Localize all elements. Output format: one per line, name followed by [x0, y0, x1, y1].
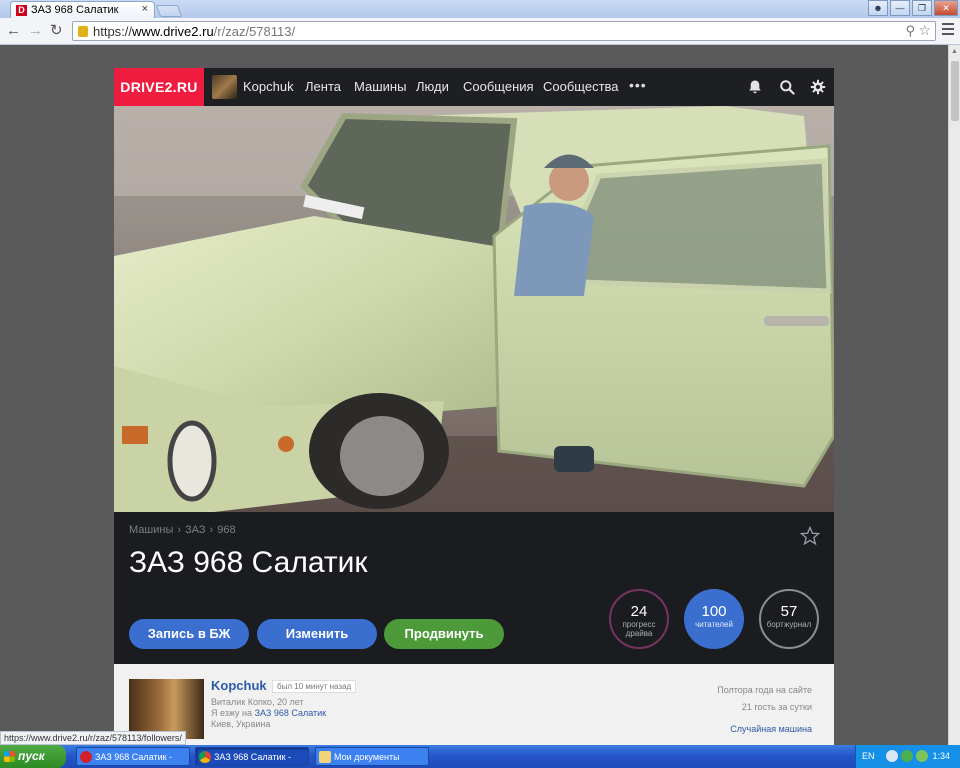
drive2-favicon-icon: D: [16, 5, 27, 16]
vertical-scrollbar[interactable]: ▲: [948, 45, 960, 745]
back-arrow-icon[interactable]: ←: [6, 22, 21, 40]
address-bar[interactable]: https://www.drive2.ru/r/zaz/578113/ ⚲ ☆: [72, 21, 936, 41]
favorite-star-icon[interactable]: [800, 526, 820, 546]
network-icon[interactable]: [916, 750, 928, 762]
breadcrumb-model[interactable]: 968: [217, 524, 235, 536]
logbook-value: 57: [780, 603, 798, 620]
readers-label: читателей: [695, 620, 733, 629]
logbook-stat[interactable]: 57 бортжурнал: [759, 589, 819, 649]
car-photo-illustration: [114, 106, 834, 512]
task3-label: Мои документы: [334, 752, 400, 762]
owner-city: Киев, Украина: [211, 719, 271, 729]
readers-stat[interactable]: 100 читателей: [684, 589, 744, 649]
key-icon[interactable]: ⚲: [905, 23, 915, 39]
tab-title: ЗАЗ 968 Салатик: [31, 4, 119, 16]
edit-button[interactable]: Изменить: [257, 619, 377, 649]
owner-avatar[interactable]: [129, 679, 204, 739]
drive-progress-stat[interactable]: 24 прогресс драйва: [609, 589, 669, 649]
progress-label: прогресс: [622, 620, 656, 629]
logbook-label: бортжурнал: [766, 620, 812, 629]
taskbar-my-documents[interactable]: Мои документы: [315, 747, 429, 766]
windows-taskbar: пуск ЗАЗ 968 Салатик - O... ЗАЗ 968 Сала…: [0, 745, 960, 768]
browser-toolbar: ← → ↻ https://www.drive2.ru/r/zaz/578113…: [0, 18, 960, 45]
promote-button[interactable]: Продвинуть: [384, 619, 504, 649]
url-scheme: https://: [93, 24, 133, 39]
browser-tabstrip: D ЗАЗ 968 Салатик × ☻ — ❐ ✕: [0, 0, 960, 18]
task1-label: ЗАЗ 968 Салатик - O...: [95, 752, 173, 762]
user-profile-icon[interactable]: ☻: [868, 0, 888, 16]
folder-icon: [319, 751, 331, 763]
windows-logo-icon: [4, 751, 15, 762]
window-controls: ☻ — ❐ ✕: [866, 0, 958, 16]
last-seen-badge: был 10 минут назад: [272, 680, 357, 693]
nav-feed[interactable]: Лента: [305, 79, 341, 94]
drives-prefix: Я езжу на: [211, 708, 253, 718]
language-indicator[interactable]: EN: [862, 751, 875, 761]
random-car-link[interactable]: Случайная машина: [717, 721, 812, 738]
drive2-page: DRIVE2.RU Kopchuk Лента Машины Люди Сооб…: [114, 68, 834, 745]
close-window-icon[interactable]: ✕: [934, 0, 958, 16]
antivirus-icon[interactable]: [901, 750, 913, 762]
task2-label: ЗАЗ 968 Салатик - G...: [214, 752, 292, 762]
progress-label-2: драйва: [625, 629, 653, 638]
taskbar-opera-window[interactable]: ЗАЗ 968 Салатик - O...: [76, 747, 190, 766]
reload-icon[interactable]: ↻: [50, 22, 63, 40]
nav-messages[interactable]: Сообщения: [463, 79, 534, 94]
bookmark-star-icon[interactable]: ☆: [918, 22, 931, 39]
opera-icon: [80, 751, 92, 763]
scroll-thumb[interactable]: [951, 61, 959, 121]
owner-car-link[interactable]: ЗАЗ 968 Салатик: [255, 708, 327, 718]
page-title: ЗАЗ 968 Салатик: [129, 546, 368, 579]
readers-value: 100: [701, 603, 727, 620]
gear-icon[interactable]: [810, 79, 826, 95]
nav-more-icon[interactable]: •••: [629, 77, 647, 93]
clock: 1:34: [932, 751, 950, 761]
minimize-icon[interactable]: —: [890, 0, 910, 16]
owner-panel: Kopchuk был 10 минут назад Виталик Копко…: [114, 664, 834, 745]
page-viewport: DRIVE2.RU Kopchuk Лента Машины Люди Сооб…: [0, 45, 948, 745]
nav-cars[interactable]: Машины: [354, 79, 406, 94]
restore-icon[interactable]: ❐: [912, 0, 932, 16]
owner-real-name: Виталик Копко, 20 лет: [211, 697, 304, 707]
user-avatar[interactable]: [212, 75, 237, 99]
chrome-icon: [199, 751, 211, 763]
add-journal-entry-button[interactable]: Запись в БЖ: [129, 619, 249, 649]
owner-info: Виталик Копко, 20 лет Я езжу на ЗАЗ 968 …: [211, 697, 326, 730]
nav-people[interactable]: Люди: [416, 79, 449, 94]
forward-arrow-icon[interactable]: →: [28, 22, 43, 40]
tab-close-icon[interactable]: ×: [142, 3, 148, 15]
taskbar-chrome-window[interactable]: ЗАЗ 968 Салатик - G...: [195, 747, 309, 766]
volume-icon[interactable]: [886, 750, 898, 762]
bell-icon[interactable]: [747, 79, 763, 95]
lock-icon: [78, 26, 88, 37]
new-tab-button[interactable]: [155, 5, 183, 17]
car-hero-photo[interactable]: [114, 106, 834, 512]
breadcrumb: Машины › ЗАЗ › 968: [129, 524, 236, 536]
site-header: DRIVE2.RU Kopchuk Лента Машины Люди Сооб…: [114, 68, 834, 106]
breadcrumb-cars[interactable]: Машины: [129, 524, 173, 536]
nav-communities[interactable]: Сообщества: [543, 79, 619, 94]
chrome-menu-icon[interactable]: [942, 23, 954, 35]
owner-side-info: Полтора года на сайте 21 гость за сутки …: [717, 682, 812, 738]
start-label: пуск: [18, 749, 45, 763]
guests-count: 21 гость за сутки: [741, 702, 812, 712]
address-url[interactable]: https://www.drive2.ru/r/zaz/578113/: [93, 24, 295, 39]
url-host: www.drive2.ru: [132, 24, 214, 39]
scroll-up-icon[interactable]: ▲: [951, 48, 958, 55]
search-icon[interactable]: [779, 79, 795, 95]
site-logo[interactable]: DRIVE2.RU: [114, 68, 204, 106]
owner-name-link[interactable]: Kopchuk: [211, 678, 267, 693]
browser-tab-active[interactable]: D ЗАЗ 968 Салатик ×: [10, 1, 155, 18]
owner-drives-line: Я езжу на ЗАЗ 968 Салатик: [211, 708, 326, 719]
time-on-site: Полтора года на сайте: [717, 685, 812, 695]
car-info-panel: Машины › ЗАЗ › 968 ЗАЗ 968 Салатик Запись в …: [114, 512, 834, 664]
status-bar-url: https://www.drive2.ru/r/zaz/578113/follo…: [0, 731, 186, 745]
url-path: /r/zaz/578113/: [213, 24, 296, 39]
system-tray: EN 1:34: [855, 745, 960, 768]
nav-user[interactable]: Kopchuk: [243, 79, 294, 94]
progress-value: 24: [630, 603, 648, 620]
breadcrumb-brand[interactable]: ЗАЗ: [185, 524, 206, 536]
start-button[interactable]: пуск: [0, 745, 66, 768]
